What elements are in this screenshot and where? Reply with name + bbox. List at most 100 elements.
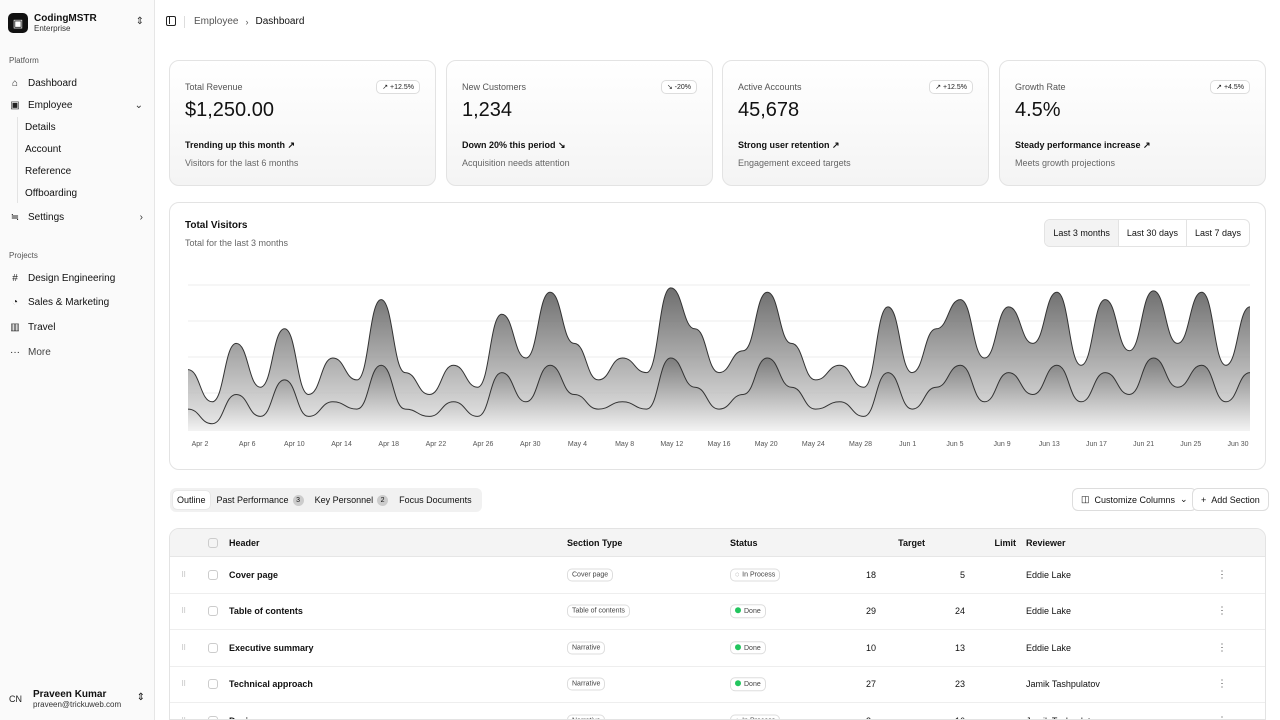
x-tick-label: May 24 <box>802 441 825 448</box>
col-header[interactable]: Header <box>229 538 260 548</box>
table-row[interactable]: ⠿ Cover page Cover page ◌ In Process 18 5 Eddie… <box>170 557 1265 594</box>
drag-handle-icon[interactable]: ⠿ <box>181 607 186 615</box>
table-row[interactable]: ⠿ Technical approach Narrative Done 27 23 Jami… <box>170 667 1265 703</box>
col-limit[interactable]: Limit <box>995 538 1017 548</box>
sidebar-sub-offboarding[interactable]: Offboarding <box>25 184 77 202</box>
sidebar-sub-reference[interactable]: Reference <box>25 162 71 180</box>
target-value[interactable]: 27 <box>866 679 876 689</box>
more-vertical-icon[interactable]: ⋮ <box>1217 642 1227 653</box>
add-section-button[interactable]: + Add Section <box>1192 488 1269 511</box>
row-header[interactable]: Technical approach <box>229 679 313 689</box>
table-row[interactable]: ⠿ Executive summary Narrative Done 10 13 Eddie… <box>170 630 1265 667</box>
customize-columns-button[interactable]: ◫ Customize Columns ⌄ <box>1072 488 1197 511</box>
col-status[interactable]: Status <box>730 538 758 548</box>
col-reviewer[interactable]: Reviewer <box>1026 538 1066 548</box>
table-row[interactable]: ⠿DesignNarrative◌In Process216Jamik Tash… <box>170 703 1265 719</box>
row-checkbox[interactable] <box>208 606 218 617</box>
tab-past-performance[interactable]: Past Performance 3 <box>213 491 308 510</box>
sidebar-sub-account[interactable]: Account <box>25 140 61 158</box>
x-tick-label: Apr 18 <box>378 441 399 448</box>
project-sales-marketing[interactable]: ◔ Sales & Marketing <box>9 292 149 312</box>
user-menu[interactable]: CN Praveen Kumar praveen@trickuweb.com ⇕ <box>9 686 149 712</box>
select-all-checkbox[interactable] <box>208 537 218 548</box>
reviewer-value[interactable]: Jamik Tashpulatov <box>1026 679 1100 689</box>
sidebar-item-employee[interactable]: ▣ Employee ⌄ <box>9 95 149 115</box>
kpi-badge: ↗ +12.5% <box>929 80 973 94</box>
range-toggle: Last 3 months Last 30 days Last 7 days <box>1044 219 1250 247</box>
col-section-type[interactable]: Section Type <box>567 538 622 548</box>
status-label: Done <box>744 644 761 652</box>
sidebar-item-label: Employee <box>28 99 73 111</box>
breadcrumb-current: Dashboard <box>255 16 305 27</box>
project-more[interactable]: ··· More <box>9 342 149 362</box>
x-tick-label: Apr 26 <box>473 441 494 448</box>
row-header[interactable]: Executive summary <box>229 643 314 653</box>
limit-value[interactable]: 23 <box>955 679 965 689</box>
target-value[interactable]: 29 <box>866 606 876 616</box>
row-checkbox[interactable] <box>208 715 218 719</box>
sidebar-toggle-icon[interactable] <box>166 16 176 26</box>
range-3-months[interactable]: Last 3 months <box>1045 220 1118 246</box>
sidebar-sub-details[interactable]: Details <box>25 118 56 136</box>
row-header[interactable]: Table of contents <box>229 606 303 616</box>
drag-handle-icon[interactable]: ⠿ <box>181 680 186 688</box>
limit-value[interactable]: 16 <box>955 716 965 719</box>
sidebar-item-dashboard[interactable]: ⌂ Dashboard <box>9 73 149 93</box>
kpi-badge: ↗ +4.5% <box>1210 80 1250 94</box>
section-type-badge: Cover page <box>567 568 614 582</box>
platform-label: Platform <box>9 56 39 65</box>
reviewer-value[interactable]: Eddie Lake <box>1026 570 1071 580</box>
reviewer-value[interactable]: Eddie Lake <box>1026 606 1071 616</box>
kpi-badge: ↘ -20% <box>660 80 697 94</box>
reviewer-value[interactable]: Eddie Lake <box>1026 643 1071 653</box>
status-label: In Process <box>742 571 776 579</box>
limit-value[interactable]: 13 <box>955 643 965 653</box>
tab-count-badge: 3 <box>292 494 304 506</box>
pie-chart-icon: ◔ <box>11 296 19 308</box>
drag-handle-icon[interactable]: ⠿ <box>181 644 186 652</box>
sidebar-item-settings[interactable]: ≒ Settings › <box>9 207 149 227</box>
more-vertical-icon[interactable]: ⋮ <box>1217 679 1227 690</box>
breadcrumb-parent[interactable]: Employee <box>194 16 238 27</box>
x-tick-label: May 20 <box>755 441 778 448</box>
project-travel[interactable]: ▥ Travel <box>9 317 149 337</box>
limit-value[interactable]: 24 <box>955 606 965 616</box>
range-30-days[interactable]: Last 30 days <box>1117 220 1186 246</box>
reviewer-value[interactable]: Jamik Tashpulatov <box>1026 716 1100 719</box>
sections-table: Header Section Type Status Target Limit … <box>169 528 1266 720</box>
user-name: Praveen Kumar <box>33 689 107 700</box>
x-tick-label: May 16 <box>708 441 731 448</box>
row-checkbox[interactable] <box>208 642 218 653</box>
user-square-icon: ▣ <box>10 99 20 111</box>
kpi-footer: Engagement exceed targets <box>738 158 851 168</box>
drag-handle-icon[interactable]: ⠿ <box>181 571 186 579</box>
row-header[interactable]: Design <box>229 716 259 719</box>
row-checkbox[interactable] <box>208 569 218 580</box>
x-tick-label: Jun 21 <box>1133 441 1154 448</box>
project-design-engineering[interactable]: # Design Engineering <box>9 268 149 288</box>
col-target[interactable]: Target <box>898 538 925 548</box>
section-type-badge: Narrative <box>567 641 606 655</box>
more-vertical-icon[interactable]: ⋮ <box>1217 606 1227 617</box>
limit-value[interactable]: 5 <box>960 570 965 580</box>
row-header[interactable]: Cover page <box>229 570 278 580</box>
sidebar-item-label: Dashboard <box>28 77 77 89</box>
chevron-right-icon: › <box>139 211 143 223</box>
target-value[interactable]: 18 <box>866 570 876 580</box>
row-checkbox[interactable] <box>208 679 218 690</box>
x-tick-label: Apr 2 <box>192 441 209 448</box>
button-label: Add Section <box>1211 494 1260 505</box>
x-tick-label: Jun 9 <box>994 441 1011 448</box>
team-switcher[interactable]: ▣ CodingMSTR Enterprise ⇕ <box>8 9 148 37</box>
more-vertical-icon[interactable]: ⋮ <box>1217 569 1227 580</box>
tab-outline[interactable]: Outline <box>173 491 210 509</box>
target-value[interactable]: 2 <box>866 716 871 719</box>
target-value[interactable]: 10 <box>866 643 876 653</box>
columns-icon: ◫ <box>1081 494 1090 504</box>
x-tick-label: Apr 10 <box>284 441 305 448</box>
tab-focus-documents[interactable]: Focus Documents <box>395 491 476 509</box>
range-7-days[interactable]: Last 7 days <box>1185 220 1249 246</box>
table-row[interactable]: ⠿ Table of contents Table of contents Done 2… <box>170 594 1265 630</box>
more-vertical-icon[interactable]: ⋮ <box>1217 715 1227 719</box>
tab-key-personnel[interactable]: Key Personnel 2 <box>311 491 393 510</box>
